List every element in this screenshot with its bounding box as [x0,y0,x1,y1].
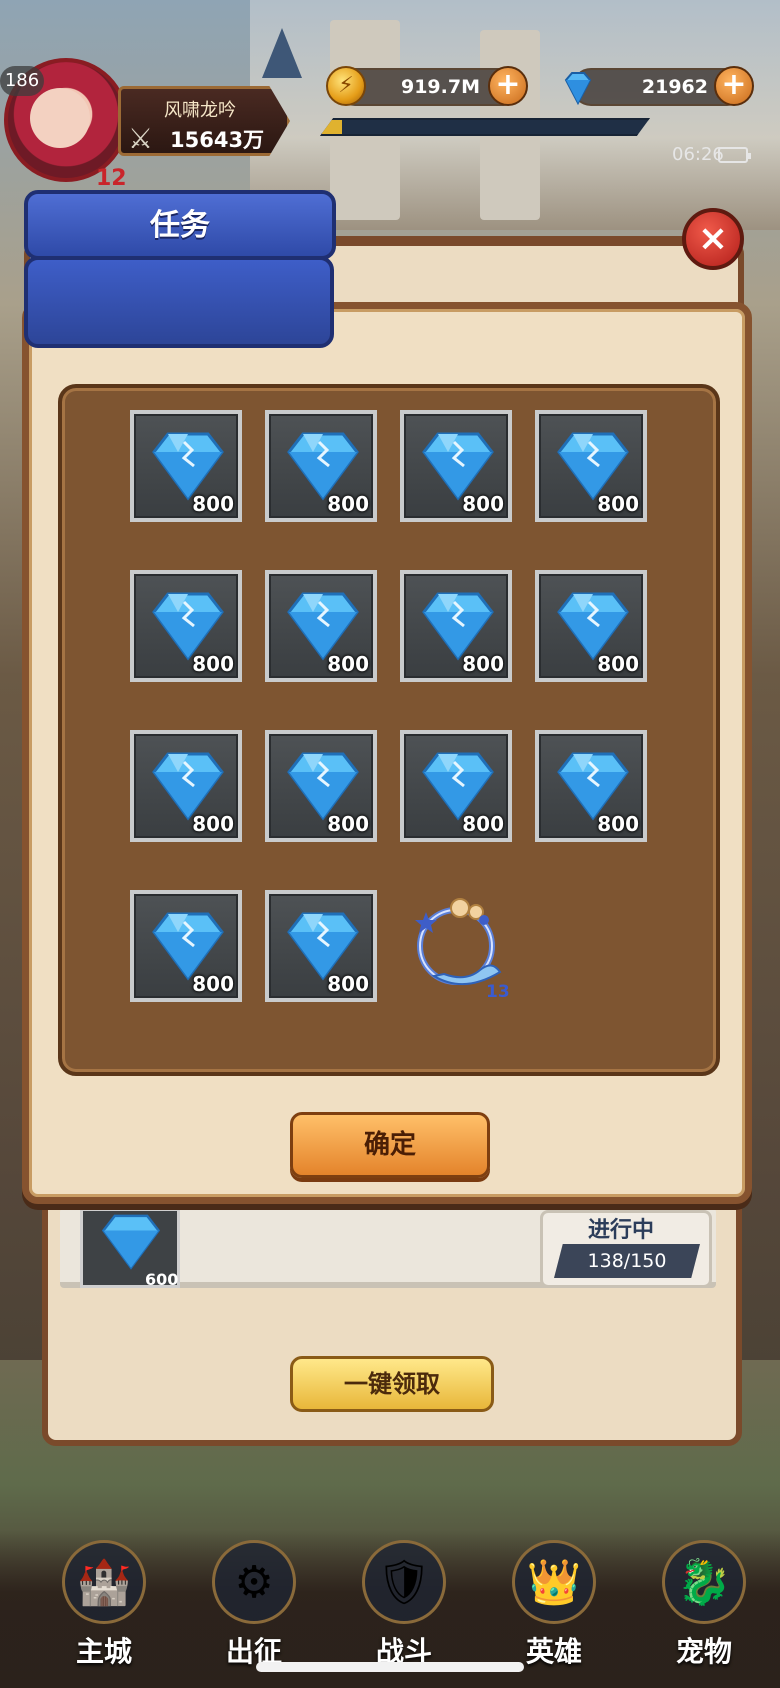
player-level-badge: 186 [0,66,44,96]
diamond-icon [557,592,629,661]
frame-qty: 13 [486,982,510,1002]
reward-qty: 800 [597,652,639,676]
diamond-icon [152,752,224,821]
close-button[interactable]: × [682,208,744,270]
battery-icon [718,147,751,163]
diamond-icon [422,752,494,821]
reward-qty: 800 [597,492,639,516]
reward-qty: 800 [327,972,369,996]
battle-shield-icon: 🛡 [362,1540,446,1624]
player-power: 15643万 [170,128,265,152]
reward-qty: 800 [192,812,234,836]
avatar-face [30,88,90,148]
confirm-button[interactable]: 确定 [290,1112,490,1178]
background-roof [262,28,302,78]
home-indicator[interactable] [256,1662,524,1672]
diamond-icon [557,752,629,821]
expedition-icon: ⚙ [212,1540,296,1624]
task-reward-qty: 600 [145,1270,179,1289]
gem-amount: 21962 [641,76,708,98]
reward-slot[interactable]: 800 [265,410,377,522]
reward-qty: 800 [327,812,369,836]
reward-slot[interactable]: 800 [265,890,377,1002]
gem-currency-icon [564,72,592,106]
diamond-icon [287,432,359,501]
reward-qty: 800 [462,652,504,676]
reward-slot[interactable]: 800 [400,730,512,842]
nav-item[interactable]: 🛡 战斗 [332,1530,472,1680]
reward-slot[interactable]: 800 [130,890,242,1002]
diamond-icon [422,432,494,501]
reward-slot[interactable]: 800 [265,730,377,842]
reward-qty: 800 [192,492,234,516]
nav-label: 宠物 [675,1635,732,1668]
pet-dragon-icon: 🐉 [662,1540,746,1624]
nav-item[interactable]: ⚙ 出征 [182,1530,322,1680]
reward-qty: 800 [192,652,234,676]
dialog-title: 任务 [150,208,210,243]
nav-label: 主城 [75,1635,132,1668]
reward-qty: 800 [192,972,234,996]
gold-amount: 919.7M [400,76,480,98]
reward-slot[interactable]: 800 [535,570,647,682]
hero-crest-icon: 👑 [512,1540,596,1624]
diamond-icon [152,432,224,501]
nav-item[interactable]: 👑 英雄 [482,1530,622,1680]
reward-qty: 800 [462,812,504,836]
title-tab-lower [24,256,334,348]
claim-all-button[interactable]: 一键领取 [290,1356,494,1412]
diamond-icon [422,592,494,661]
task-status: 进行中 [588,1218,655,1243]
reward-slot[interactable]: 800 [535,730,647,842]
reward-slot[interactable]: 800 [400,410,512,522]
diamond-icon [152,912,224,981]
diamond-icon [287,752,359,821]
diamond-icon [152,592,224,661]
reward-slot[interactable]: 800 [130,410,242,522]
castle-icon: 🏰 [62,1540,146,1624]
reward-qty: 800 [327,492,369,516]
vip-level: 12 [96,166,127,191]
nav-item[interactable]: 🏰 主城 [32,1530,172,1680]
gold-coin-icon: ⚡ [326,66,366,106]
reward-qty: 800 [597,812,639,836]
diamond-icon [287,912,359,981]
add-gold-button[interactable]: + [488,66,528,106]
diamond-icon [101,1214,161,1270]
task-progress: 138/150 [554,1244,700,1278]
crossed-swords-icon: ⚔ [128,122,154,155]
reward-qty: 800 [327,652,369,676]
reward-slot[interactable]: 800 [130,570,242,682]
reward-slot[interactable]: 800 [130,730,242,842]
add-gems-button[interactable]: + [714,66,754,106]
nav-item[interactable]: 🐉 宠物 [632,1530,772,1680]
diamond-icon [287,592,359,661]
player-name: 风啸龙吟 [164,100,236,121]
reward-slot[interactable]: 800 [265,570,377,682]
reward-slot[interactable]: 800 [400,570,512,682]
diamond-icon [557,432,629,501]
experience-bar [320,118,650,136]
reward-qty: 800 [462,492,504,516]
status-clock: 06:26 [672,144,724,165]
reward-slot[interactable]: 800 [535,410,647,522]
